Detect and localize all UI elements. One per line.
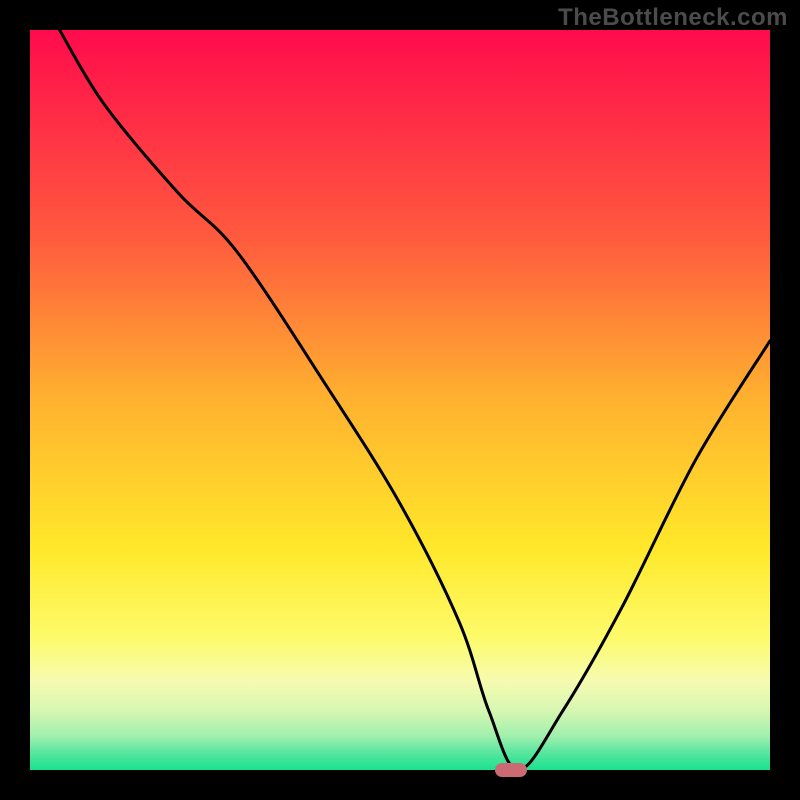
- watermark-text: TheBottleneck.com: [558, 4, 788, 32]
- optimum-marker: [495, 763, 527, 777]
- chart-frame: TheBottleneck.com: [0, 0, 800, 800]
- plot-area: [30, 30, 770, 770]
- bottleneck-curve: [30, 30, 770, 770]
